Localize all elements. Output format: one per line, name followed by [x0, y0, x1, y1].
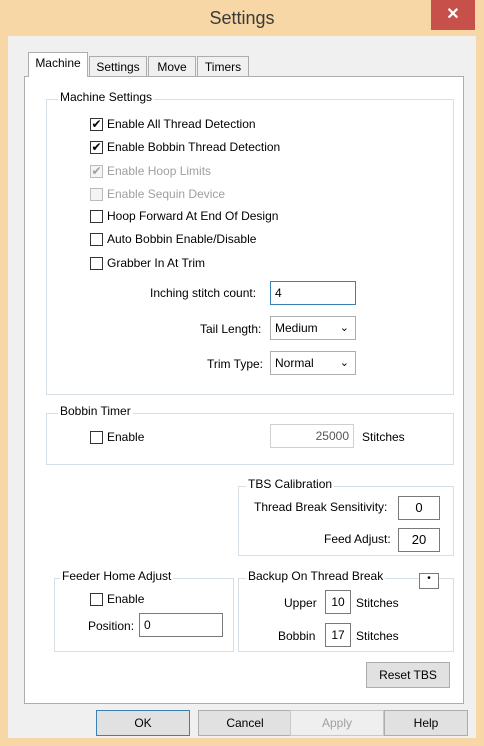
trim-type-value: Normal — [275, 356, 314, 370]
backup-bobbin-label: Bobbin — [278, 629, 316, 643]
bobbin-timer-value[interactable]: 25000 — [270, 424, 354, 448]
close-button[interactable]: ✕ — [431, 0, 475, 30]
tail-length-select[interactable]: Medium ⌄ — [270, 316, 356, 340]
window-title: Settings — [209, 8, 275, 28]
checkbox-feeder-enable[interactable]: Enable — [90, 591, 144, 607]
checkbox-box[interactable] — [90, 232, 103, 246]
checkbox-label: Enable Bobbin Thread Detection — [107, 140, 281, 154]
tbs-calibration-label: TBS Calibration — [246, 477, 335, 491]
tail-length-value: Medium — [275, 321, 318, 335]
checkbox-box[interactable] — [90, 187, 103, 201]
backup-upper-input[interactable]: 10 — [325, 590, 351, 614]
inching-stitch-count-input[interactable]: 4 — [270, 281, 356, 305]
backup-upper-label: Upper — [284, 596, 317, 610]
chevron-down-icon: ⌄ — [339, 322, 349, 334]
checkbox-label: Enable — [107, 430, 145, 444]
spinner-dot-icon[interactable]: • — [419, 573, 439, 589]
backup-bobbin-input[interactable]: 17 — [325, 623, 351, 647]
bobbin-timer-units: Stitches — [362, 430, 405, 444]
checkbox-sequin-device[interactable]: Enable Sequin Device — [90, 186, 225, 202]
checkbox-box[interactable] — [90, 209, 103, 223]
thread-break-sensitivity-input[interactable]: 0 — [398, 496, 440, 520]
checkbox-box[interactable] — [90, 430, 103, 444]
checkbox-label: Enable Sequin Device — [107, 187, 226, 201]
checkbox-box[interactable]: ✔ — [90, 164, 103, 178]
inching-stitch-count-label: Inching stitch count: — [150, 286, 257, 300]
backup-on-thread-break-label: Backup On Thread Break — [246, 569, 386, 583]
tab-settings[interactable]: Settings — [89, 56, 147, 76]
tail-length-label: Tail Length: — [200, 322, 262, 336]
checkbox-label: Hoop Forward At End Of Design — [107, 209, 279, 223]
checkbox-label: Auto Bobbin Enable/Disable — [107, 232, 257, 246]
checkbox-hoop-limits[interactable]: ✔ Enable Hoop Limits — [90, 163, 211, 179]
checkbox-label: Enable — [107, 592, 145, 606]
checkbox-box[interactable] — [90, 592, 103, 606]
tab-move[interactable]: Move — [148, 56, 196, 76]
bobbin-timer-label: Bobbin Timer — [58, 404, 133, 418]
reset-tbs-button[interactable]: Reset TBS — [366, 662, 450, 688]
checkbox-label: Grabber In At Trim — [107, 256, 206, 270]
feed-adjust-input[interactable]: 20 — [398, 528, 440, 552]
feeder-home-adjust-label: Feeder Home Adjust — [60, 569, 174, 583]
cancel-button[interactable]: Cancel — [198, 710, 292, 736]
checkbox-box[interactable]: ✔ — [90, 140, 103, 154]
checkbox-box[interactable]: ✔ — [90, 117, 103, 131]
tab-timers[interactable]: Timers — [197, 56, 249, 76]
ok-button[interactable]: OK — [96, 710, 190, 736]
chevron-down-icon: ⌄ — [339, 357, 349, 369]
trim-type-select[interactable]: Normal ⌄ — [270, 351, 356, 375]
checkbox-box[interactable] — [90, 256, 103, 270]
backup-bobbin-units: Stitches — [356, 629, 399, 643]
checkbox-bobbin-timer-enable[interactable]: Enable — [90, 429, 144, 445]
thread-break-sensitivity-label: Thread Break Sensitivity: — [254, 500, 388, 514]
checkbox-label: Enable All Thread Detection — [107, 117, 256, 131]
checkbox-all-thread-detection[interactable]: ✔ Enable All Thread Detection — [90, 116, 256, 132]
checkbox-hoop-forward[interactable]: Hoop Forward At End Of Design — [90, 208, 278, 224]
checkbox-grabber-in-at-trim[interactable]: Grabber In At Trim — [90, 255, 205, 271]
backup-upper-units: Stitches — [356, 596, 399, 610]
feeder-position-label: Position: — [88, 619, 135, 633]
checkbox-label: Enable Hoop Limits — [107, 164, 212, 178]
tab-machine[interactable]: Machine — [28, 52, 88, 77]
machine-settings-label: Machine Settings — [58, 90, 155, 104]
checkbox-bobbin-thread-detection[interactable]: ✔ Enable Bobbin Thread Detection — [90, 139, 280, 155]
apply-button[interactable]: Apply — [290, 710, 384, 736]
feeder-position-input[interactable]: 0 — [139, 613, 223, 637]
trim-type-label: Trim Type: — [207, 357, 264, 371]
checkbox-auto-bobbin[interactable]: Auto Bobbin Enable/Disable — [90, 231, 256, 247]
help-button[interactable]: Help — [384, 710, 468, 736]
feed-adjust-label: Feed Adjust: — [324, 532, 391, 546]
